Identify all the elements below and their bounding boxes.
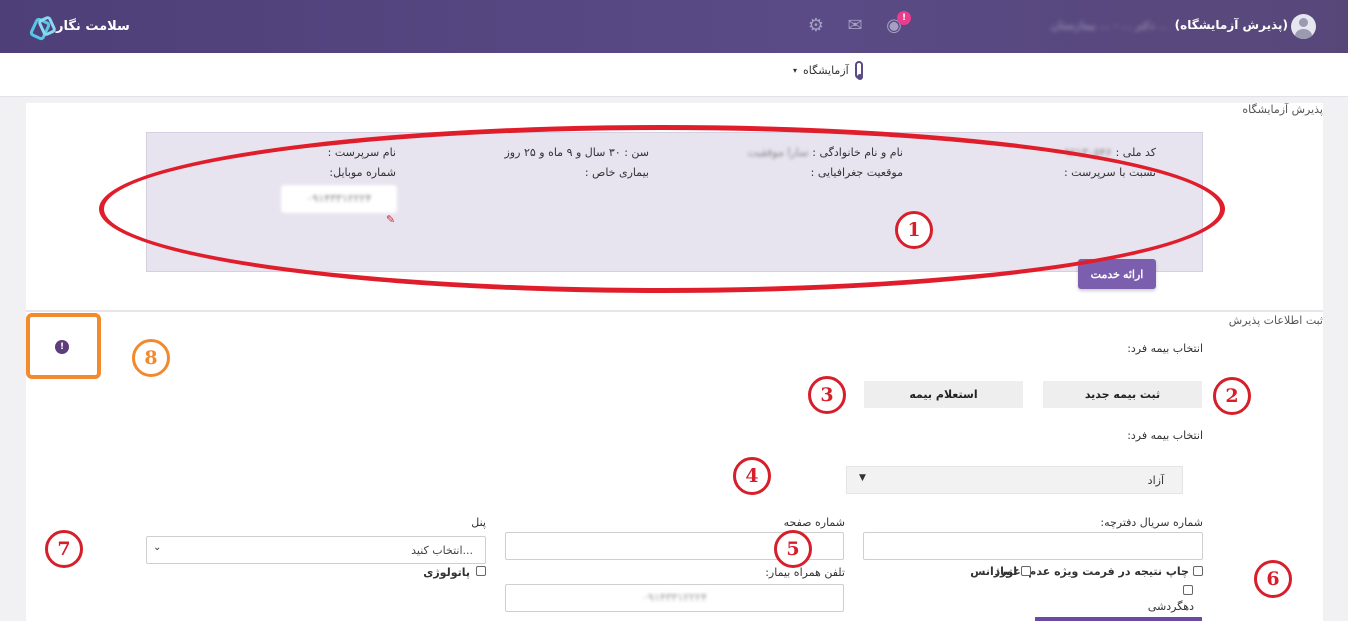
annotation-number-6: 6 [1254, 560, 1292, 598]
panel-select[interactable]: انتخاب کنید... ⌄ [146, 536, 486, 564]
globe-icon[interactable]: ◉ ! [883, 11, 911, 37]
print-format-checkbox[interactable] [1193, 566, 1203, 576]
info-icon[interactable]: ! [55, 340, 69, 354]
hoarding-label: دهگردشی [1147, 600, 1194, 613]
insurance-inquiry-button[interactable]: استعلام بیمه [864, 381, 1023, 408]
user-name-blurred: دکتر ... - ... بیمارستان ... [1050, 18, 1169, 32]
subnav-laboratory[interactable]: ▾ آزمایشگاه [793, 61, 863, 80]
serial-input[interactable] [863, 532, 1203, 560]
companion-phone-value: ۰۹۱۴۳۳۱۲۲۲۴ [642, 591, 707, 604]
annotation-number-4: 4 [733, 457, 771, 495]
notification-badge: ! [897, 11, 911, 25]
annotation-number-2: 2 [1213, 377, 1251, 415]
companion-phone-input[interactable]: ۰۹۱۴۳۳۱۲۲۲۴ [505, 584, 844, 612]
submit-button-edge[interactable] [1035, 617, 1202, 621]
annotation-number-1: 1 [895, 211, 933, 249]
chevron-down-icon: ▾ [793, 65, 798, 75]
insurance-select-label: انتخاب بیمه فرد: [1127, 342, 1203, 355]
pathology-checkbox[interactable] [476, 566, 486, 576]
user-role: (پذیرش آزمایشگاه) [1174, 18, 1288, 32]
brand-logo-icon [30, 15, 52, 37]
serial-label: شماره سریال دفترچه: [1100, 516, 1203, 529]
mail-icon[interactable]: ✉ [844, 15, 866, 37]
annotation-number-3: 3 [808, 376, 846, 414]
insurance-select[interactable]: آزاد ▼ [846, 466, 1183, 494]
subnav-label: آزمایشگاه [803, 63, 849, 77]
top-navbar: سلامت نگار ⚙ ✉ ◉ ! دکتر ... - ... بیمارس… [0, 0, 1348, 53]
thermometer-icon [854, 61, 863, 80]
insurance-select-value: آزاد [1147, 474, 1164, 487]
user-info[interactable]: دکتر ... - ... بیمارستان ... (پذیرش آزما… [1051, 18, 1288, 32]
brand[interactable]: سلامت نگار [30, 15, 130, 37]
gear-icon[interactable]: ⚙ [805, 15, 827, 37]
annotation-number-7: 7 [45, 530, 83, 568]
panel-label: پنل [471, 516, 486, 529]
brand-name: سلامت نگار [56, 18, 130, 34]
companion-phone-label: تلفن همراه بیمار: [765, 566, 845, 579]
chevron-down-icon: ⌄ [153, 542, 162, 553]
sub-navbar [0, 53, 1348, 97]
hoarding-checkbox[interactable] [1183, 585, 1193, 595]
annotation-number-5: 5 [774, 530, 812, 568]
urgent-checkbox[interactable] [1021, 566, 1031, 576]
admission-title: ثبت اطلاعات پذیرش [1228, 314, 1323, 327]
annotation-number-8: 8 [132, 339, 170, 377]
annotation-oval [99, 125, 1225, 293]
panel-placeholder: انتخاب کنید... [411, 544, 473, 557]
reception-title: پذیرش آزمایشگاه [1242, 103, 1323, 116]
urgent-label: اورژانس [970, 565, 1017, 578]
insurance-select-label-2: انتخاب بیمه فرد: [1127, 429, 1203, 442]
avatar[interactable] [1291, 14, 1316, 39]
page-number-label: شماره صفحه [783, 516, 845, 529]
pathology-label: پاتولوژی [423, 566, 470, 579]
new-insurance-button[interactable]: ثبت بیمه جدید [1043, 381, 1202, 408]
caret-down-icon: ▼ [859, 473, 866, 483]
